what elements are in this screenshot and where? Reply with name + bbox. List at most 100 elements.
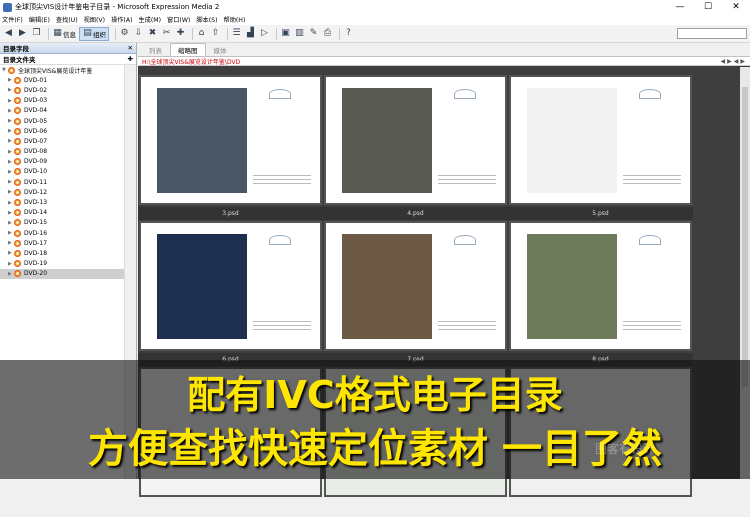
gallery-icon: ▥: [295, 28, 304, 38]
disc-icon: [14, 97, 21, 105]
screen-button[interactable]: ▣: [280, 27, 291, 41]
back-button[interactable]: ◀: [3, 27, 14, 41]
tree-item[interactable]: ▶ DVD-03: [0, 96, 136, 106]
tree-item[interactable]: ▶ DVD-17: [0, 238, 136, 248]
disc-icon: [14, 249, 21, 257]
info-icon: ▦: [53, 28, 62, 38]
tree-item-label: DVD-14: [24, 209, 48, 217]
tree-item[interactable]: ▶ DVD-07: [0, 136, 136, 146]
disc-icon: [14, 168, 21, 176]
menu-window[interactable]: 窗口(W): [167, 15, 190, 24]
thumbnail-item[interactable]: 4.psd: [323, 73, 508, 225]
minimize-button[interactable]: —: [666, 0, 694, 14]
tree-item[interactable]: ▶ DVD-08: [0, 147, 136, 157]
tree-root-label: 全球顶尖VIS&展览设计年鉴: [18, 67, 93, 75]
menu-help[interactable]: 帮助(H): [224, 15, 246, 24]
menu-file[interactable]: 文件(F): [2, 15, 23, 24]
help-button[interactable]: ?: [343, 27, 354, 41]
tree-item[interactable]: ▶ DVD-13: [0, 197, 136, 207]
tab-media[interactable]: 媒体: [207, 44, 234, 56]
tools-button[interactable]: ✂: [161, 27, 172, 41]
tree-item[interactable]: ▶ DVD-04: [0, 106, 136, 116]
thumbnail-item[interactable]: 8.psd: [508, 219, 693, 371]
menu-edit[interactable]: 编辑(E): [29, 15, 50, 24]
slideshow-button[interactable]: ▷: [259, 27, 270, 41]
gallery-button[interactable]: ▥: [294, 27, 305, 41]
settings-button[interactable]: ⚙: [119, 27, 130, 41]
print-button[interactable]: ⎙: [322, 27, 333, 41]
edit-button[interactable]: ✎: [308, 27, 319, 41]
upload-button[interactable]: ⇧: [210, 27, 221, 41]
close-button[interactable]: ✕: [722, 0, 750, 14]
tree-item[interactable]: ▶ DVD-14: [0, 208, 136, 218]
toolbar-separator: [276, 27, 277, 40]
text-lines: [253, 175, 311, 187]
tree-item-label: DVD-17: [24, 239, 48, 247]
maximize-button[interactable]: ☐: [694, 0, 722, 14]
banner-line-1: 配有IVC格式电子目录: [187, 373, 563, 417]
disc-icon: [14, 148, 21, 156]
app-icon: [3, 2, 12, 12]
forward-button[interactable]: ▶: [17, 27, 28, 41]
tab-thumbnails[interactable]: 缩略图: [170, 43, 206, 56]
import-button[interactable]: ⇩: [133, 27, 144, 41]
disc-icon: [8, 66, 15, 74]
view-tabs: 列表 缩略图 媒体: [138, 43, 750, 57]
tree-root[interactable]: ▼ 全球顶尖VIS&展览设计年鉴: [0, 65, 136, 75]
add-folder-icon[interactable]: ✚: [128, 55, 133, 63]
menu-make[interactable]: 生成(M): [139, 15, 162, 24]
back-arrow-icon: ◀: [5, 28, 12, 38]
tree-list: ▶ DVD-01 ▶ DVD-02 ▶ DVD-03 ▶ DVD-04 ▶ DVD-05 ▶ DVD-…: [0, 75, 136, 279]
tree-item[interactable]: ▶ DVD-12: [0, 187, 136, 197]
menu-scripts[interactable]: 脚本(S): [196, 15, 217, 24]
tree-item[interactable]: ▶ DVD-06: [0, 126, 136, 136]
tree-item[interactable]: ▶ DVD-05: [0, 116, 136, 126]
tree-item[interactable]: ▶ DVD-02: [0, 85, 136, 95]
search-input[interactable]: [677, 28, 747, 39]
folders-header: 目录文件夹 ✚: [0, 54, 136, 65]
tree-item[interactable]: ▶ DVD-15: [0, 218, 136, 228]
pencil-icon: ✎: [309, 28, 318, 38]
tree-item[interactable]: ▶ DVD-09: [0, 157, 136, 167]
toolbar-separator: [192, 27, 193, 40]
tree-item[interactable]: ▶ DVD-18: [0, 248, 136, 258]
disc-icon: [14, 229, 21, 237]
menu-view[interactable]: 视图(V): [84, 15, 105, 24]
tree-item[interactable]: ▶ DVD-20: [0, 268, 124, 279]
folder-path: H:\全球顶尖VIS&展览设计年鉴\DVD: [142, 58, 241, 66]
thumbnail-item[interactable]: 3.psd: [138, 73, 323, 225]
title-bar: 全球顶尖VIS设计年鉴电子目录 - Microsoft Expression M…: [0, 0, 750, 14]
tree-item[interactable]: ▶ DVD-11: [0, 177, 136, 187]
tree-item-label: DVD-19: [24, 260, 48, 268]
copy-button[interactable]: ❐: [31, 27, 42, 41]
organize-label: 组织: [93, 30, 106, 39]
window-title: 全球顶尖VIS设计年鉴电子目录 - Microsoft Expression M…: [15, 3, 220, 11]
thumbnail-item[interactable]: 6.psd: [138, 219, 323, 371]
thumbnail-item[interactable]: 5.psd: [508, 73, 693, 225]
delete-button[interactable]: ✖: [147, 27, 158, 41]
tree-item[interactable]: ▶ DVD-01: [0, 75, 136, 85]
organize-button[interactable]: ▤ 组织: [79, 26, 109, 41]
tree-item[interactable]: ▶ DVD-19: [0, 259, 136, 269]
add-button[interactable]: ✚: [175, 27, 186, 41]
menu-find[interactable]: 查找(U): [56, 15, 78, 24]
tree-item-label: DVD-07: [24, 137, 48, 145]
toolbar-separator: [48, 27, 49, 40]
list-view-button[interactable]: ☰: [231, 27, 242, 41]
tree-item[interactable]: ▶ DVD-10: [0, 167, 136, 177]
path-bar: H:\全球顶尖VIS&展览设计年鉴\DVD ◀▶◀▶: [138, 57, 750, 66]
catalog-button[interactable]: ⌂: [196, 27, 207, 41]
scroll-thumb[interactable]: [742, 87, 748, 387]
help-icon: ?: [346, 28, 351, 38]
thumbnail-image: [527, 88, 617, 193]
thumbnail-item[interactable]: 7.psd: [323, 219, 508, 371]
close-icon[interactable]: ✕: [128, 44, 133, 52]
menu-action[interactable]: 操作(A): [111, 15, 132, 24]
info-button[interactable]: ▦ 信息: [52, 27, 76, 41]
chart-button[interactable]: ▟: [245, 27, 256, 41]
nav-arrows-icon[interactable]: ◀▶◀▶: [721, 58, 747, 65]
tree-item[interactable]: ▶ DVD-16: [0, 228, 136, 238]
tab-list[interactable]: 列表: [142, 44, 169, 56]
printer-icon: ⎙: [323, 28, 332, 38]
logo-mark: [269, 89, 291, 99]
